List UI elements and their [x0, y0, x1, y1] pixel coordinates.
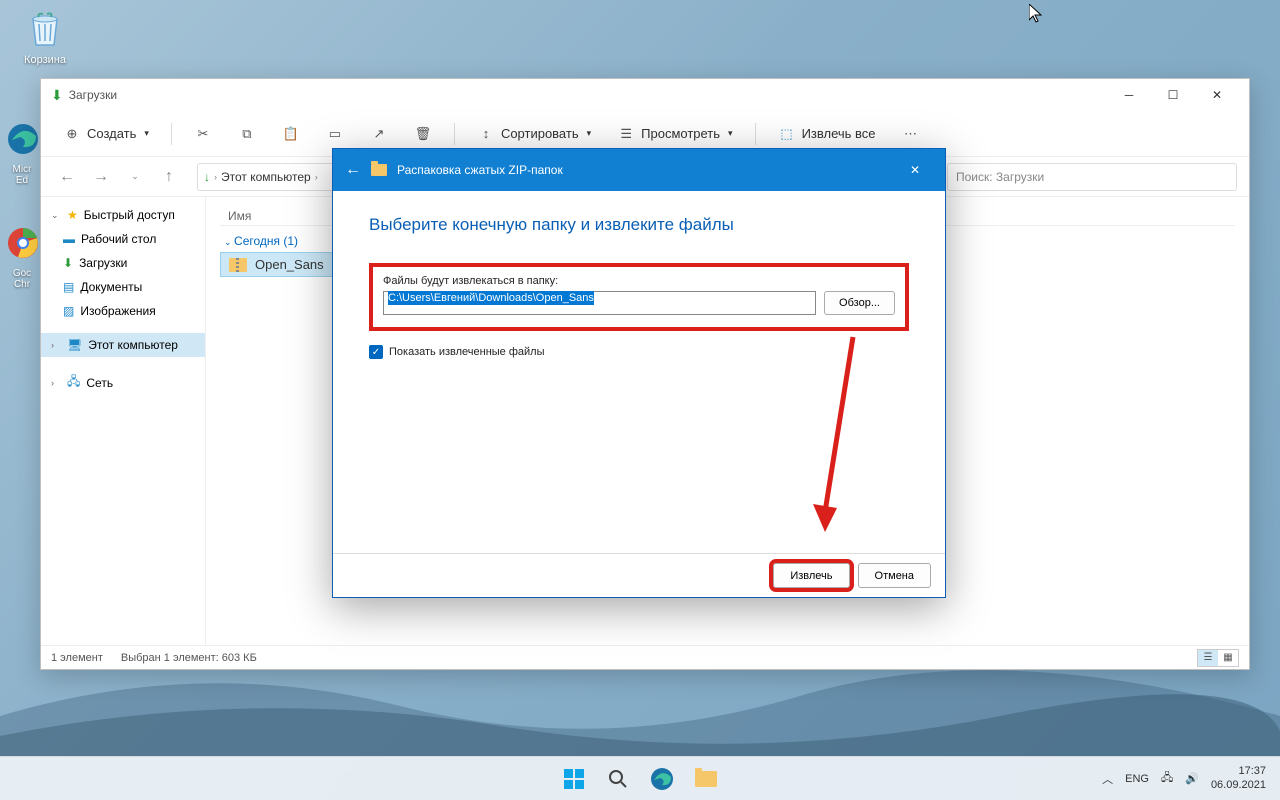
taskbar-edge[interactable] [643, 760, 681, 798]
sidebar-network[interactable]: ›🖧Сеть [41, 367, 205, 398]
dialog-header-title: Распаковка сжатых ZIP-папок [397, 163, 563, 177]
rename-icon: ▭ [326, 125, 344, 143]
zip-icon [229, 258, 247, 272]
trash-icon: 🗑 [414, 125, 432, 143]
paste-icon: 📋 [282, 125, 300, 143]
download-icon: ⬇ [51, 87, 63, 104]
recent-button[interactable]: ⌄ [121, 163, 149, 191]
status-count: 1 элемент [51, 652, 103, 664]
close-button[interactable]: ✕ [1195, 81, 1239, 109]
view-toggle[interactable]: ☰ ▦ [1197, 649, 1239, 667]
desktop-icon-label: Micr Ed [2, 164, 42, 186]
sort-button[interactable]: ↕Сортировать▾ [469, 120, 599, 148]
edge-icon [2, 118, 44, 160]
browse-button[interactable]: Обзор... [824, 291, 895, 315]
sidebar-desktop[interactable]: ▬Рабочий стол [41, 227, 205, 251]
list-view-icon[interactable]: ☰ [1198, 650, 1218, 666]
tray-clock[interactable]: 17:37 06.09.2021 [1211, 765, 1266, 791]
search-button[interactable] [599, 760, 637, 798]
taskbar[interactable]: ︿ ENG 🖧 🔊 17:37 06.09.2021 [0, 756, 1280, 800]
view-button[interactable]: ☰Просмотреть▾ [609, 120, 740, 148]
dialog-body: Выберите конечную папку и извлеките файл… [333, 191, 945, 553]
sidebar: ⌄★Быстрый доступ ▬Рабочий стол ⬇Загрузки… [41, 197, 206, 645]
up-button[interactable]: ↑ [155, 163, 183, 191]
statusbar: 1 элемент Выбран 1 элемент: 603 КБ ☰ ▦ [41, 645, 1249, 669]
dialog-back-button[interactable]: ← [345, 161, 361, 179]
maximize-button[interactable]: ☐ [1151, 81, 1195, 109]
paste-button[interactable]: 📋 [274, 120, 308, 148]
new-button[interactable]: ⊕Создать▾ [55, 120, 157, 148]
system-tray[interactable]: ︿ ENG 🖧 🔊 17:37 06.09.2021 [1088, 765, 1280, 791]
rename-button[interactable]: ▭ [318, 120, 352, 148]
cursor-icon [1029, 4, 1045, 29]
start-button[interactable] [555, 760, 593, 798]
copy-icon: ⧉ [238, 125, 256, 143]
folder-icon [371, 164, 387, 176]
show-extracted-checkbox[interactable]: ✓ Показать извлеченные файлы [369, 345, 909, 359]
file-name: Open_Sans [255, 257, 324, 272]
window-title: Загрузки [69, 88, 117, 102]
extract-button[interactable]: Извлечь [773, 563, 849, 588]
recycle-bin-icon [24, 8, 66, 50]
titlebar[interactable]: ⬇ Загрузки ─ ☐ ✕ [41, 79, 1249, 111]
desktop-icon-label: Корзина [10, 54, 80, 66]
copy-button[interactable]: ⧉ [230, 120, 264, 148]
cancel-button[interactable]: Отмена [858, 563, 931, 588]
search-input[interactable]: Поиск: Загрузки [947, 163, 1237, 191]
tray-volume-icon[interactable]: 🔊 [1185, 772, 1199, 785]
minimize-button[interactable]: ─ [1107, 81, 1151, 109]
share-button[interactable]: ↗ [362, 120, 396, 148]
breadcrumb-segment[interactable]: Этот компьютер [221, 170, 311, 184]
status-selected: Выбран 1 элемент: 603 КБ [121, 652, 257, 664]
grid-view-icon[interactable]: ▦ [1218, 650, 1238, 666]
more-button[interactable]: ⋯ [894, 120, 928, 148]
desktop-recycle-bin[interactable]: Корзина [10, 8, 80, 66]
desktop-icon-label: Goc Chr [2, 268, 42, 290]
chrome-icon [2, 222, 44, 264]
back-button[interactable]: ← [53, 163, 81, 191]
more-icon: ⋯ [902, 125, 920, 143]
share-icon: ↗ [370, 125, 388, 143]
scissors-icon: ✂ [194, 125, 212, 143]
sidebar-quick-access[interactable]: ⌄★Быстрый доступ [41, 203, 205, 227]
dialog-title: Выберите конечную папку и извлеките файл… [369, 215, 909, 235]
forward-button[interactable]: → [87, 163, 115, 191]
plus-icon: ⊕ [63, 125, 81, 143]
sidebar-downloads[interactable]: ⬇Загрузки [41, 251, 205, 275]
checkbox-label: Показать извлеченные файлы [389, 346, 544, 358]
download-icon: ↓ [204, 170, 210, 184]
dialog-header[interactable]: ← Распаковка сжатых ZIP-папок ✕ [333, 149, 945, 191]
cut-button[interactable]: ✂ [186, 120, 220, 148]
path-label: Файлы будут извлекаться в папку: [383, 275, 895, 287]
dialog-close-button[interactable]: ✕ [897, 156, 933, 184]
delete-button[interactable]: 🗑 [406, 120, 440, 148]
sidebar-pictures[interactable]: ▨Изображения [41, 299, 205, 323]
chevron-down-icon: ▾ [144, 128, 149, 139]
tray-network-icon[interactable]: 🖧 [1161, 769, 1173, 788]
desktop-chrome-partial[interactable]: Goc Chr [2, 222, 42, 290]
destination-path-input[interactable]: C:\Users\Евгений\Downloads\Open_Sans [383, 291, 816, 315]
tray-chevron-icon[interactable]: ︿ [1102, 771, 1113, 787]
taskbar-explorer[interactable] [687, 760, 725, 798]
sort-icon: ↕ [477, 125, 495, 143]
extract-icon: ⬚ [778, 125, 796, 143]
checkbox-checked-icon: ✓ [369, 345, 383, 359]
annotation-redbox-path: Файлы будут извлекаться в папку: C:\User… [369, 263, 909, 331]
extract-all-button[interactable]: ⬚Извлечь все [770, 120, 884, 148]
desktop-edge-partial[interactable]: Micr Ed [2, 118, 42, 186]
dialog-footer: Извлечь Отмена [333, 553, 945, 597]
folder-icon [695, 771, 717, 787]
extract-dialog: ← Распаковка сжатых ZIP-папок ✕ Выберите… [332, 148, 946, 598]
sidebar-documents[interactable]: ▤Документы [41, 275, 205, 299]
sidebar-this-pc[interactable]: ›🖥Этот компьютер [41, 333, 205, 357]
view-icon: ☰ [617, 125, 635, 143]
tray-language[interactable]: ENG [1125, 773, 1149, 785]
